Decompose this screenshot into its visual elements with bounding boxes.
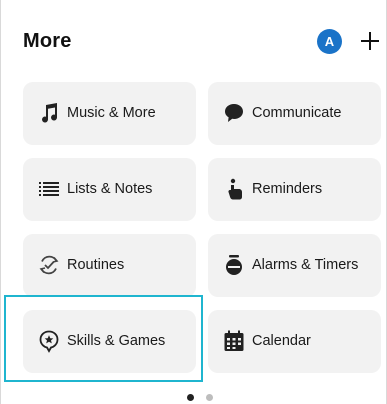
tile-label: Communicate	[252, 105, 342, 121]
list-icon	[39, 182, 59, 196]
tile-label: Calendar	[252, 333, 311, 349]
page-dot-inactive[interactable]	[206, 394, 213, 401]
page-dot-active[interactable]	[187, 394, 194, 401]
page-indicator	[187, 394, 217, 402]
tile-communicate[interactable]: Communicate	[208, 82, 381, 145]
tile-calendar[interactable]: Calendar	[208, 310, 381, 373]
more-screen: More A Music & More Communicate Lists & …	[0, 0, 387, 404]
tile-reminders[interactable]: Reminders	[208, 158, 381, 221]
tile-label: Lists & Notes	[67, 181, 153, 197]
tile-label: Music & More	[67, 105, 156, 121]
add-icon[interactable]	[358, 29, 382, 53]
header: More A	[1, 0, 386, 80]
tile-label: Routines	[67, 257, 125, 273]
tile-alarms-and-timers[interactable]: Alarms & Timers	[208, 234, 381, 297]
alarm-clock-icon	[226, 255, 242, 275]
routine-check-icon	[39, 255, 59, 275]
tile-label: Reminders	[252, 181, 323, 197]
tile-music-and-more[interactable]: Music & More	[23, 82, 196, 145]
tile-label: Alarms & Timers	[252, 257, 359, 273]
skills-star-icon	[39, 330, 59, 353]
music-note-icon	[42, 103, 58, 123]
page-title: More	[23, 30, 72, 52]
reminder-hand-icon	[228, 178, 242, 200]
chat-bubble-icon	[225, 104, 243, 122]
tile-label: Skills & Games	[67, 333, 166, 349]
tile-routines[interactable]: Routines	[23, 234, 196, 297]
avatar[interactable]: A	[317, 29, 342, 54]
tile-lists-and-notes[interactable]: Lists & Notes	[23, 158, 196, 221]
calendar-icon	[224, 330, 244, 351]
tile-skills-and-games[interactable]: Skills & Games	[23, 310, 196, 373]
